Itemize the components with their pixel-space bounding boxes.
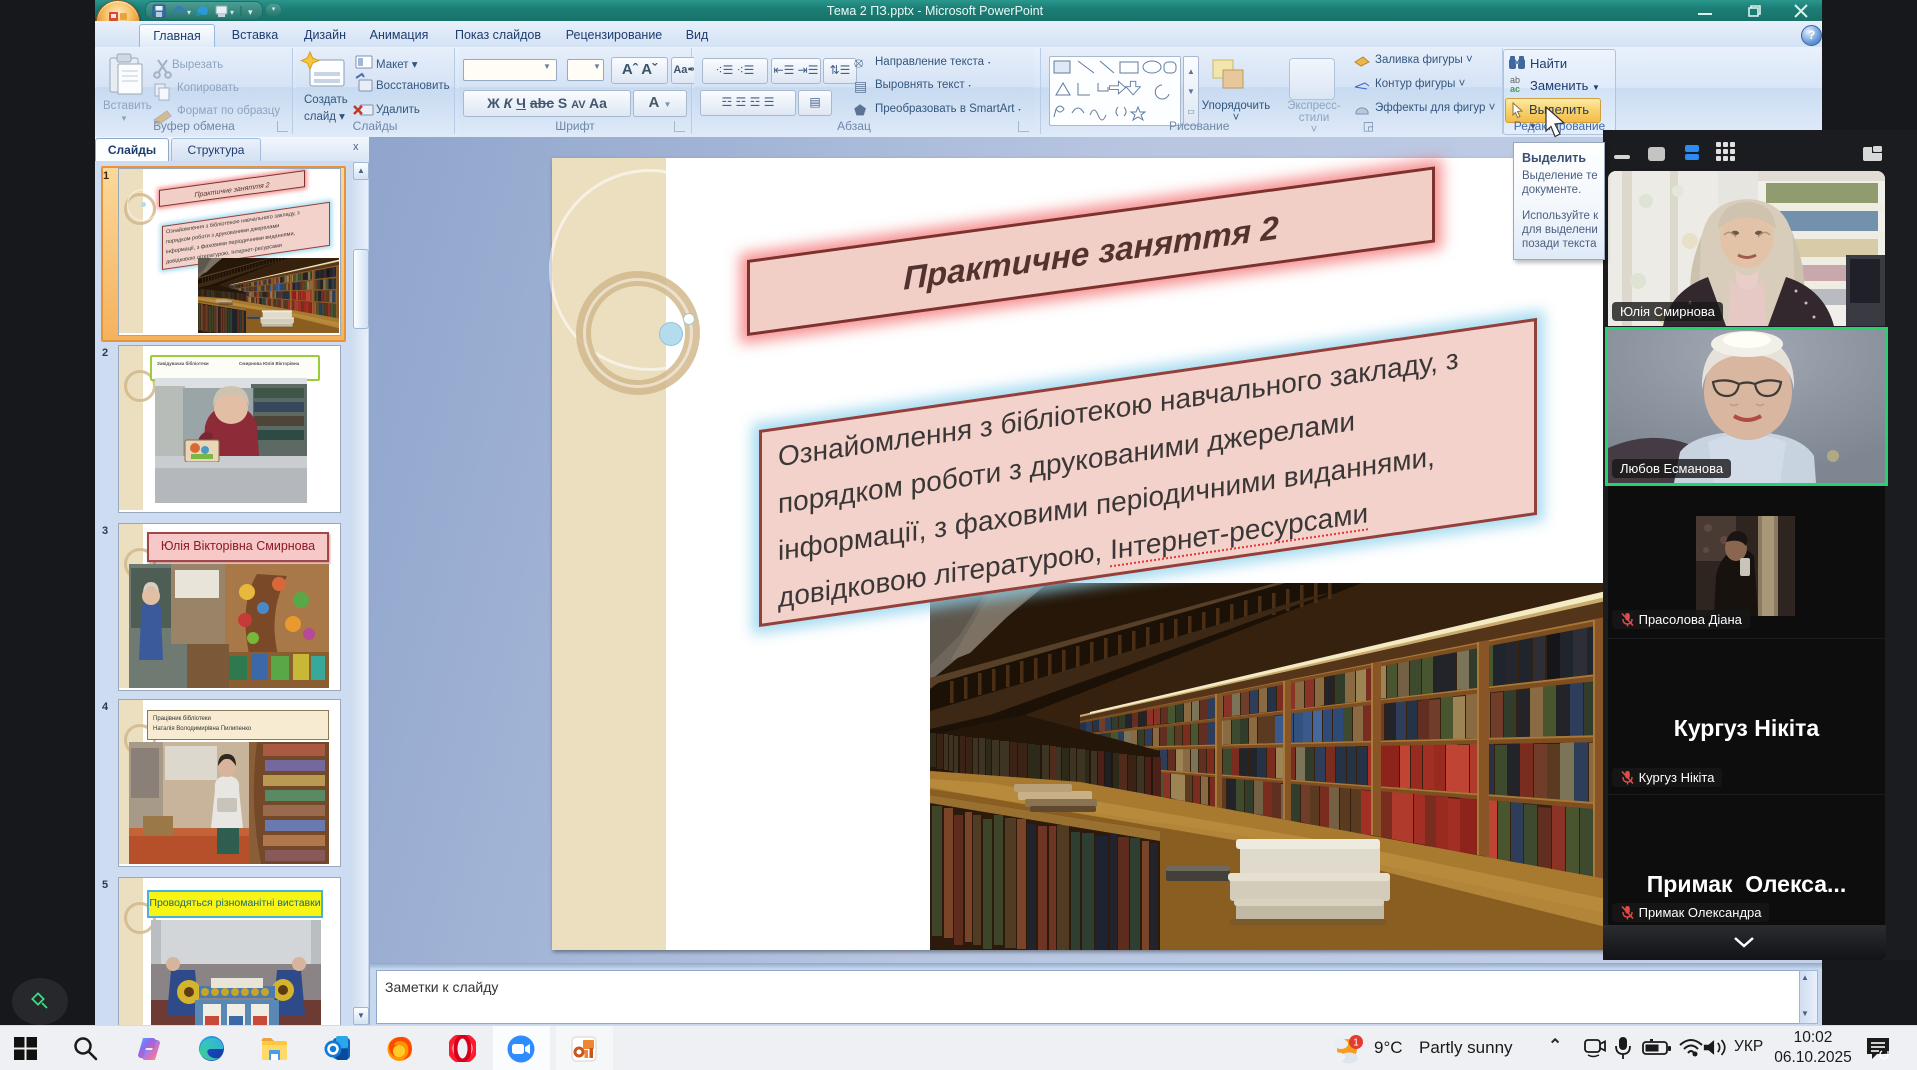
svg-text:▾: ▾ (187, 8, 191, 17)
svg-text:▾: ▾ (230, 8, 234, 17)
svg-text:1: 1 (1353, 1038, 1359, 1049)
svg-text:▾: ▾ (248, 7, 253, 17)
